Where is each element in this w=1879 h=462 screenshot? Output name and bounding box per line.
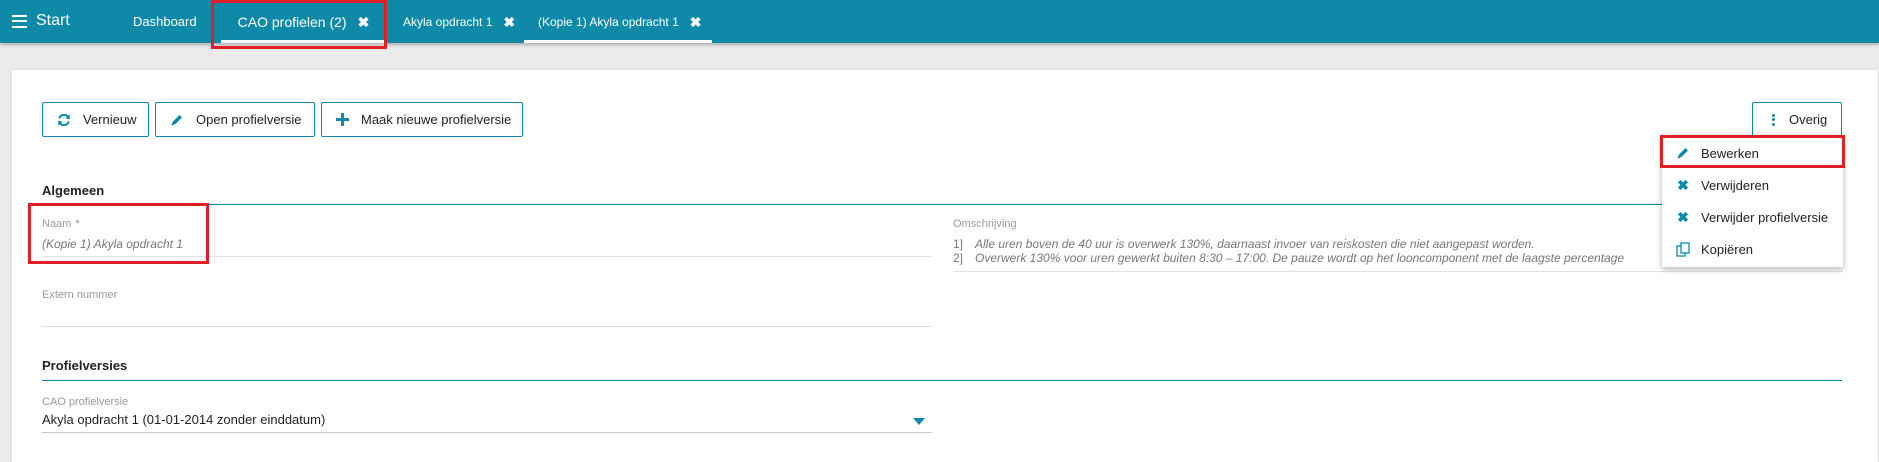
extern-nummer-label: Extern nummer — [42, 289, 118, 301]
tab-cao-profielen-label: CAO profielen (2) — [237, 13, 347, 30]
menu-item-verwijderen-label: Verwijderen — [1701, 177, 1769, 193]
hamburger-icon — [12, 14, 27, 28]
x-icon: ✖ — [1677, 208, 1689, 225]
refresh-icon — [57, 113, 71, 127]
omschrijving-line-2: 2] Overwerk 130% voor uren gewerkt buiten… — [953, 251, 1625, 265]
required-marker: * — [75, 218, 80, 230]
algemeen-section-title: Algemeen — [42, 183, 105, 198]
open-profielversie-label: Open profielversie — [196, 112, 302, 127]
tab-dashboard[interactable]: Dashboard — [133, 0, 197, 43]
tab-cao-profielen[interactable]: CAO profielen (2) ✖ — [221, 0, 386, 43]
kebab-menu-icon — [1772, 113, 1775, 126]
active-tab-indicator — [221, 40, 386, 43]
omschrijving-label: Omschrijving — [953, 218, 1017, 230]
pencil-icon — [170, 113, 184, 127]
menu-item-verwijder-profielversie[interactable]: ✖ Verwijder profielversie — [1662, 201, 1843, 233]
tab-kopie-akyla-opdracht-label: (Kopie 1) Akyla opdracht 1 — [538, 14, 679, 29]
omschrijving-field-underline — [953, 271, 1843, 272]
omschrijving-line-1: 1] Alle uren boven de 40 uur is overwerk … — [953, 237, 1535, 251]
profielversies-section-divider — [42, 380, 1842, 381]
extern-nummer-field-underline — [42, 326, 932, 327]
overig-label: Overig — [1789, 112, 1828, 127]
profielversies-section-title: Profielversies — [42, 358, 128, 373]
plus-icon — [336, 113, 349, 126]
tab-akyla-opdracht[interactable]: Akyla opdracht 1 ✖ — [403, 0, 515, 43]
close-icon[interactable]: ✖ — [358, 15, 370, 29]
tab-kopie-akyla-opdracht[interactable]: (Kopie 1) Akyla opdracht 1 ✖ — [524, 0, 712, 43]
cao-profielversie-underline — [42, 432, 932, 433]
overig-button[interactable]: Overig — [1752, 102, 1842, 137]
menu-item-verwijderen[interactable]: ✖ Verwijderen — [1662, 169, 1843, 201]
close-icon[interactable]: ✖ — [690, 15, 702, 29]
naam-value[interactable]: (Kopie 1) Akyla opdracht 1 — [42, 237, 183, 251]
menu-item-kopieren[interactable]: Kopiëren — [1662, 233, 1843, 265]
pencil-icon — [1675, 146, 1691, 160]
menu-item-verwijder-profielversie-label: Verwijder profielversie — [1701, 209, 1829, 225]
open-profielversie-button[interactable]: Open profielversie — [155, 102, 315, 137]
caret-down-icon[interactable] — [913, 418, 925, 425]
vernieuw-button[interactable]: Vernieuw — [42, 102, 149, 137]
x-icon: ✖ — [1677, 176, 1689, 193]
menu-item-bewerken-label: Bewerken — [1701, 145, 1759, 161]
start-menu-button[interactable]: Start — [12, 9, 70, 33]
naam-label: Naam * — [42, 218, 80, 230]
maak-nieuwe-profielversie-label: Maak nieuwe profielversie — [361, 112, 512, 127]
vernieuw-label: Vernieuw — [83, 112, 137, 127]
maak-nieuwe-profielversie-button[interactable]: Maak nieuwe profielversie — [321, 102, 523, 137]
close-icon[interactable]: ✖ — [503, 15, 515, 29]
menu-item-bewerken[interactable]: Bewerken — [1662, 137, 1843, 169]
algemeen-section-divider — [42, 204, 1842, 205]
start-label: Start — [36, 12, 70, 29]
cao-profielversie-select[interactable]: Akyla opdracht 1 (01-01-2014 zonder eind… — [42, 412, 325, 427]
kopie-tab-indicator — [524, 40, 712, 43]
naam-field-underline — [42, 256, 932, 257]
cao-profielversie-label: CAO profielversie — [42, 396, 129, 408]
tab-akyla-opdracht-label: Akyla opdracht 1 — [403, 14, 493, 29]
top-navigation-bar: Start Dashboard CAO profielen (2) ✖ Akyl… — [0, 0, 1879, 43]
overig-dropdown-menu: Bewerken ✖ Verwijderen ✖ Verwijder profi… — [1662, 135, 1843, 267]
menu-item-kopieren-label: Kopiëren — [1701, 241, 1754, 257]
tab-dashboard-label: Dashboard — [133, 14, 197, 29]
copy-icon — [1675, 241, 1691, 257]
